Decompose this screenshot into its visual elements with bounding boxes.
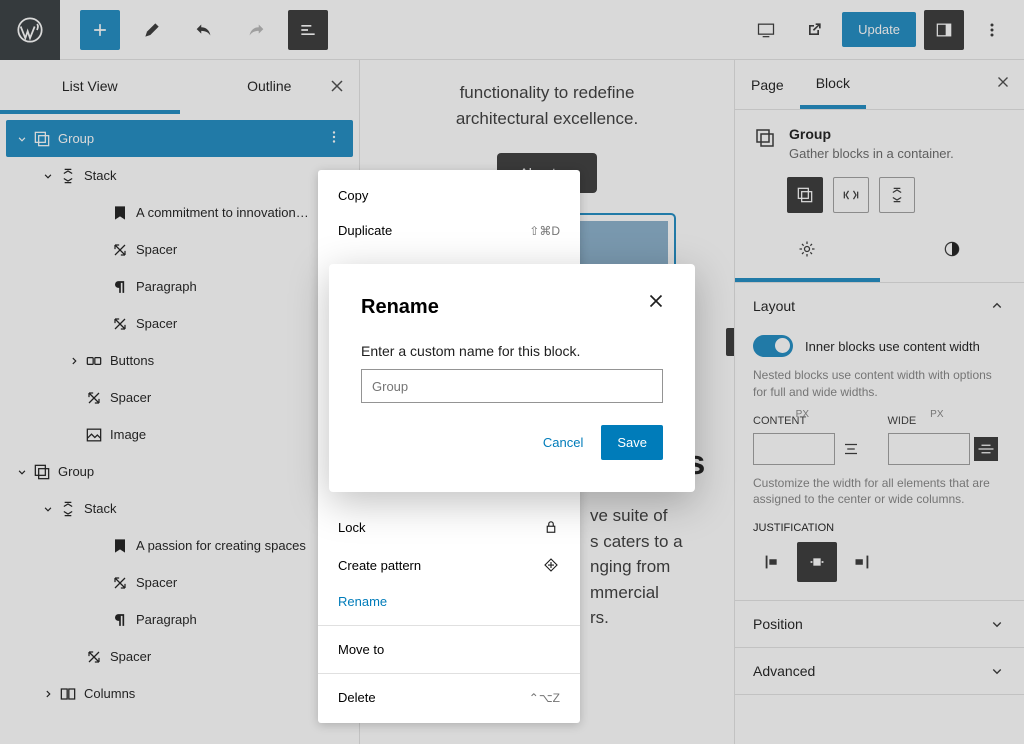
save-button[interactable]: Save [601, 425, 663, 460]
cancel-button[interactable]: Cancel [535, 425, 591, 460]
modal-close[interactable] [645, 290, 667, 317]
pattern-icon [542, 556, 560, 574]
menu-rename[interactable]: Rename [318, 584, 580, 619]
menu-delete[interactable]: Delete⌃⌥Z [318, 680, 580, 715]
menu-copy[interactable]: Copy [318, 178, 580, 213]
modal-title: Rename [361, 296, 663, 319]
menu-duplicate[interactable]: Duplicate⇧⌘D [318, 213, 580, 248]
menu-create-pattern[interactable]: Create pattern [318, 546, 580, 584]
rename-modal: Rename Enter a custom name for this bloc… [329, 264, 695, 492]
rename-input[interactable] [361, 369, 663, 403]
menu-lock[interactable]: Lock [318, 508, 580, 546]
lock-icon [542, 518, 560, 536]
modal-label: Enter a custom name for this block. [361, 343, 663, 359]
close-icon [645, 290, 667, 312]
menu-move-to[interactable]: Move to [318, 632, 580, 667]
